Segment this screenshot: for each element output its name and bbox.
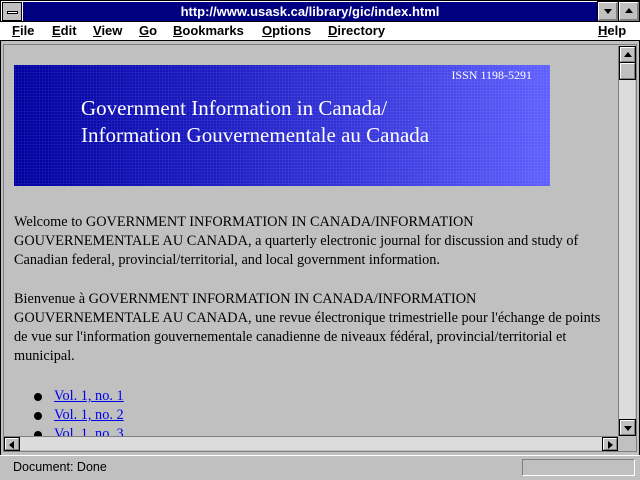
menu-view[interactable]: View — [93, 23, 122, 39]
arrow-right-icon — [608, 441, 613, 449]
menu-edit-label: dit — [60, 23, 77, 38]
menu-options-accesskey: O — [262, 23, 273, 38]
issue-link-vol1-no1[interactable]: Vol. 1, no. 1 — [54, 387, 124, 406]
banner-title-line1: Government Information in Canada/ — [81, 96, 388, 120]
menu-file-accesskey: F — [12, 23, 20, 38]
menu-bookmarks-accesskey: B — [173, 23, 183, 38]
arrow-down-icon — [624, 426, 632, 431]
document-view[interactable]: ISSN 1198-5291 Government Information in… — [4, 46, 618, 436]
menu-file-label: ile — [19, 23, 35, 38]
menu-view-label: iew — [101, 23, 123, 38]
menu-directory[interactable]: Directory — [328, 23, 385, 39]
menu-bookmarks-label: ookmarks — [182, 23, 244, 38]
menu-file[interactable]: File — [12, 23, 34, 39]
menu-directory-accesskey: D — [328, 23, 338, 38]
menu-edit-accesskey: E — [52, 23, 61, 38]
arrow-left-icon — [9, 441, 14, 449]
menu-help[interactable]: Help — [598, 23, 626, 39]
issue-link-vol1-no2[interactable]: Vol. 1, no. 2 — [54, 406, 124, 425]
maximize-button[interactable] — [618, 1, 640, 22]
system-menu-icon — [7, 11, 18, 14]
arrow-up-icon — [624, 52, 632, 57]
welcome-paragraph-fr: Bienvenue à GOVERNMENT INFORMATION IN CA… — [14, 291, 601, 364]
progress-indicator — [522, 459, 635, 476]
menu-bar: File Edit View Go Bookmarks Options Dire… — [0, 22, 640, 41]
journal-banner: ISSN 1198-5291 Government Information in… — [14, 65, 550, 186]
banner-title-line2: Information Gouvernementale au Canada — [81, 123, 430, 147]
horizontal-scrollbar[interactable] — [4, 436, 618, 451]
minimize-icon — [604, 9, 612, 14]
menu-go[interactable]: Go — [139, 23, 157, 39]
system-menu-button[interactable] — [2, 2, 22, 21]
maximize-icon — [625, 8, 633, 13]
scroll-right-button[interactable] — [602, 437, 618, 451]
minimize-button[interactable] — [597, 1, 619, 22]
scroll-up-button[interactable] — [619, 46, 636, 63]
welcome-paragraph-en: Welcome to GOVERNMENT INFORMATION IN CAN… — [14, 214, 579, 268]
vertical-scrollbar[interactable] — [618, 46, 636, 436]
menu-bookmarks[interactable]: Bookmarks — [173, 23, 244, 39]
banner-title: Government Information in Canada/ Inform… — [81, 95, 429, 149]
menu-help-accesskey: H — [598, 23, 608, 38]
menu-go-accesskey: G — [139, 23, 150, 38]
window-title: http://www.usask.ca/library/gic/index.ht… — [23, 2, 597, 21]
bullet-icon — [34, 393, 42, 401]
bullet-icon — [34, 412, 42, 420]
vertical-scroll-thumb[interactable] — [619, 62, 636, 80]
status-bar: Document: Done — [0, 455, 640, 480]
issue-link-vol1-no3[interactable]: Vol. 1, no. 3 — [54, 425, 124, 436]
menu-options-label: ptions — [272, 23, 312, 38]
title-bar[interactable]: http://www.usask.ca/library/gic/index.ht… — [0, 0, 640, 22]
menu-directory-label: irectory — [337, 23, 386, 38]
scroll-left-button[interactable] — [4, 437, 20, 451]
menu-go-label: o — [149, 23, 158, 38]
menu-edit[interactable]: Edit — [52, 23, 77, 39]
scroll-down-button[interactable] — [619, 419, 636, 436]
menu-help-label: elp — [607, 23, 627, 38]
menu-options[interactable]: Options — [262, 23, 311, 39]
status-text: Document: Done — [13, 460, 107, 474]
scrollbar-corner — [618, 436, 635, 450]
issn-label: ISSN 1198-5291 — [451, 68, 532, 82]
